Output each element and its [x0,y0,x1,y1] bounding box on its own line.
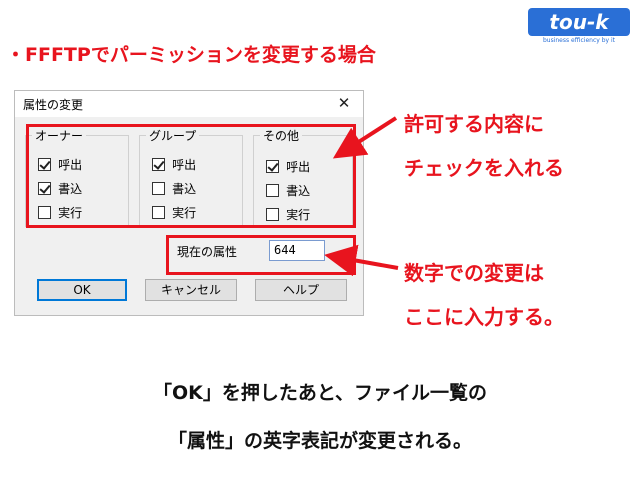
input-callout-line2: ここに入力する。 [404,305,564,329]
caption-line1: 「OK」を押したあと、ファイル一覧の [152,382,488,404]
input-callout-arrow [324,244,399,277]
checkbox-callout-arrow [332,116,398,159]
input-callout-line1: 数字での変更は [404,261,544,285]
checkbox-callout-line1: 許可する内容に [404,112,544,136]
caption-line2: 「属性」の英字表記が変更される。 [167,430,472,452]
callout-arrows [324,116,399,277]
checkbox-callout-line2: チェックを入れる [404,156,564,180]
